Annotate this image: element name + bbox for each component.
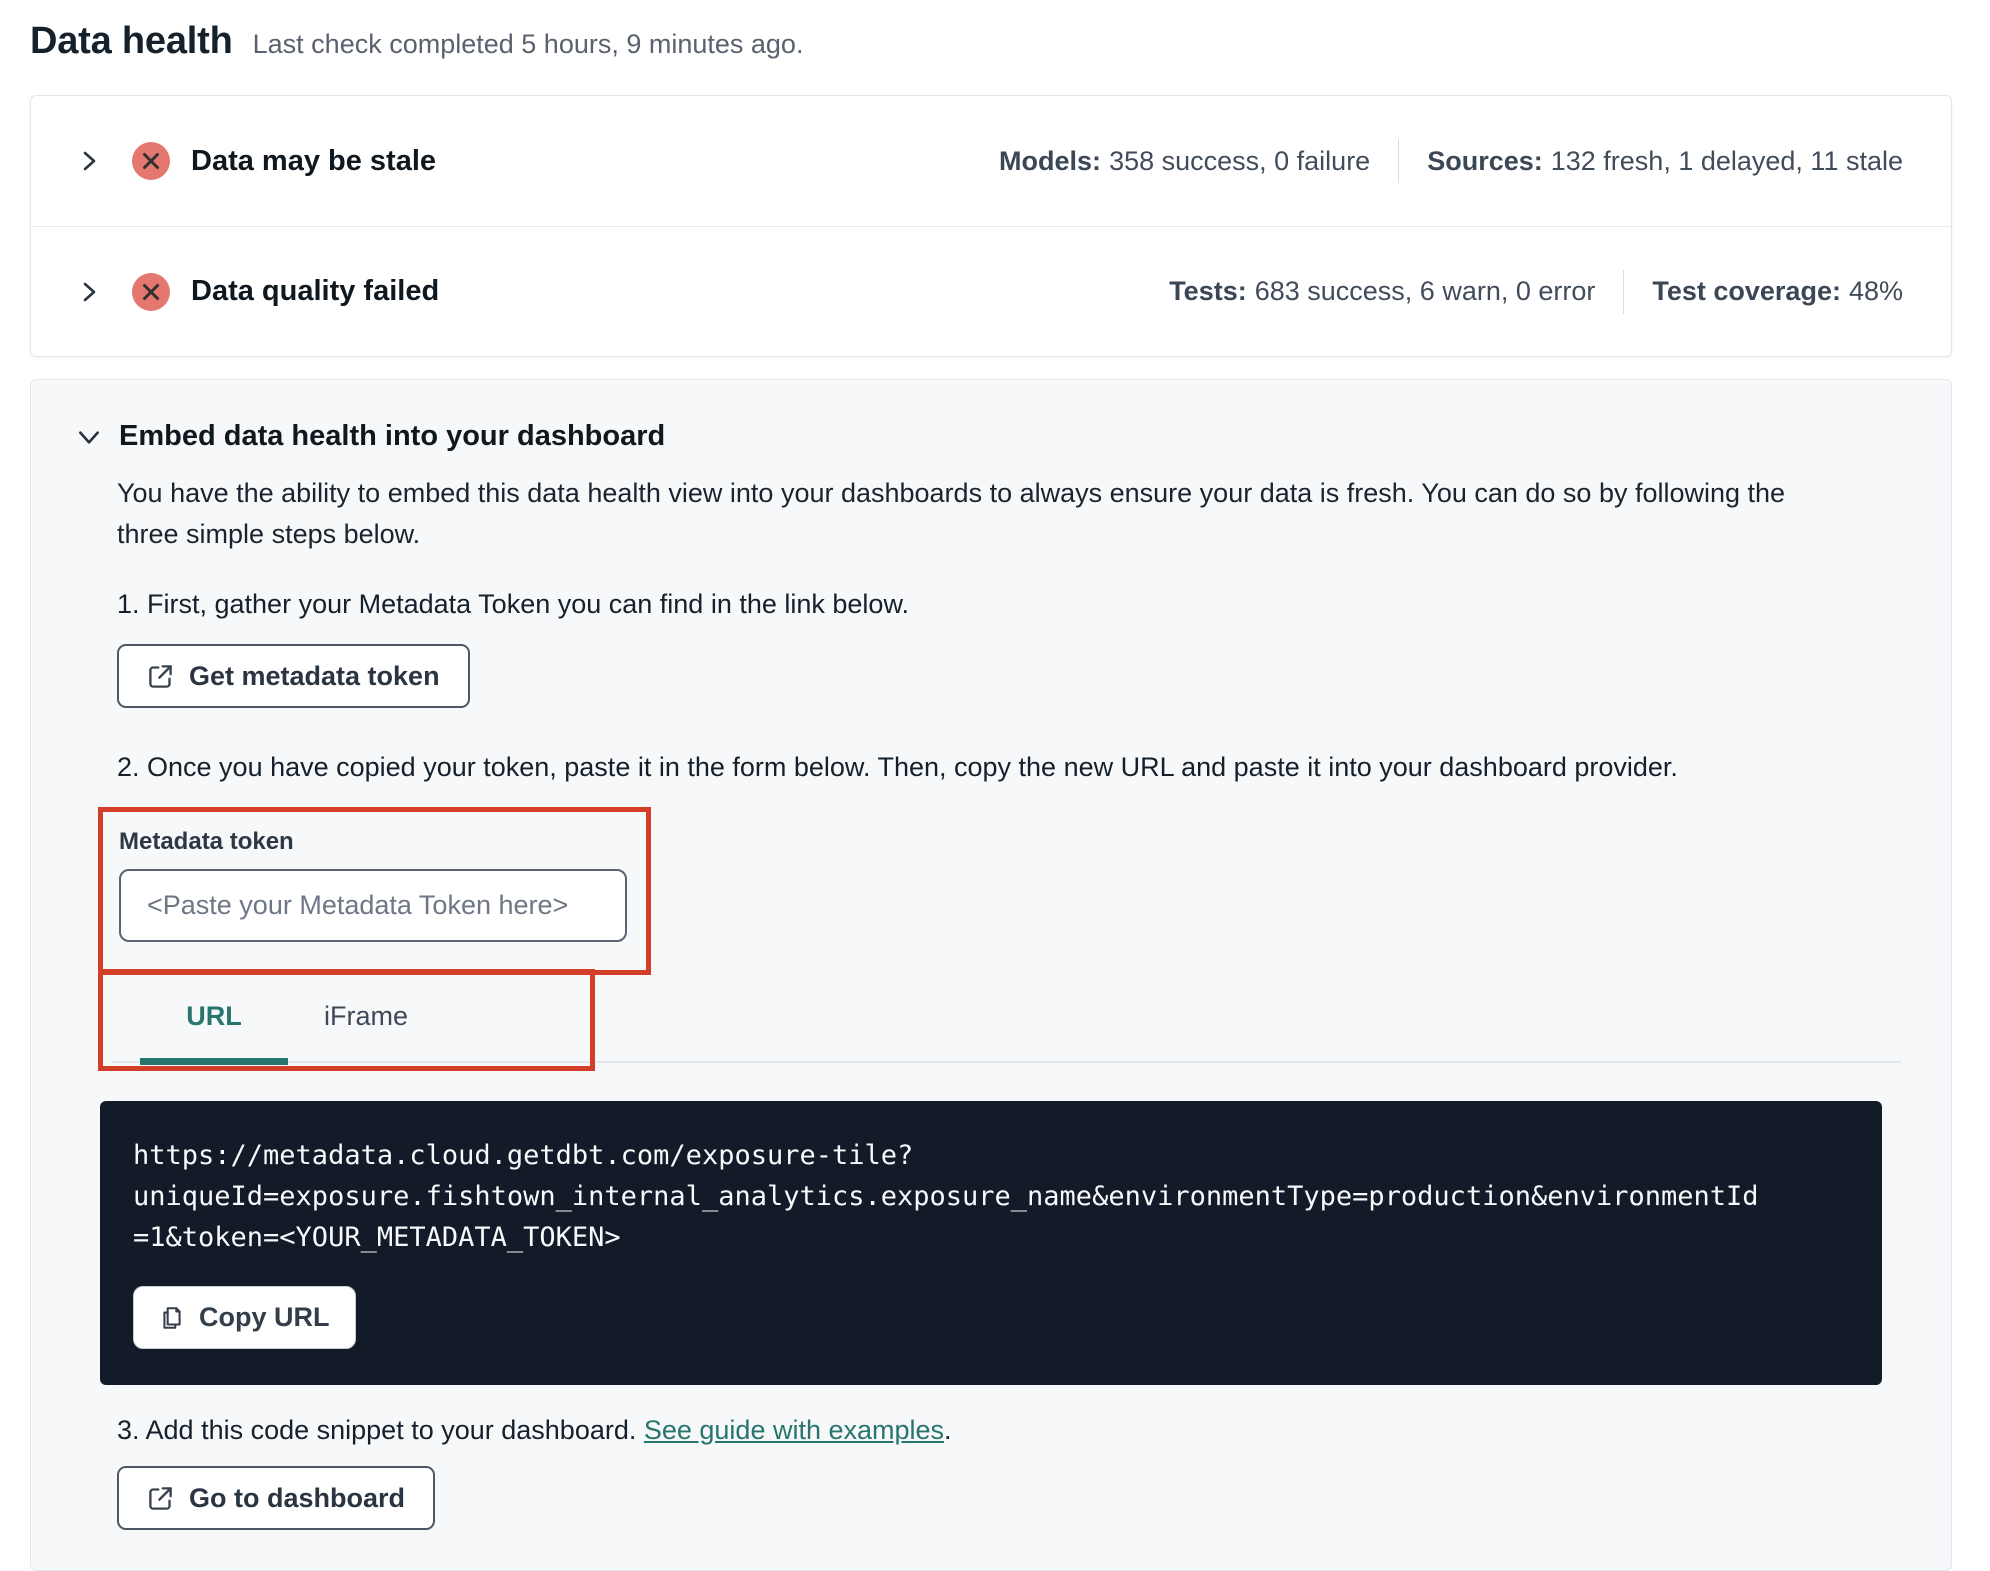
- error-status-icon: [132, 142, 170, 180]
- embed-output-tabs: URL iFrame: [98, 969, 1903, 1081]
- chevron-right-icon[interactable]: [77, 149, 101, 173]
- guide-examples-link[interactable]: See guide with examples: [644, 1415, 944, 1445]
- copy-url-button[interactable]: Copy URL: [133, 1286, 356, 1349]
- last-check-status: Last check completed 5 hours, 9 minutes …: [252, 29, 804, 59]
- models-stat-value: 358 success, 0 failure: [1109, 145, 1371, 176]
- external-link-icon: [149, 1486, 172, 1510]
- tab-iframe[interactable]: iFrame: [290, 977, 442, 1063]
- models-stat-label: Models:: [999, 145, 1102, 176]
- step2-text: 2. Once you have copied your token, past…: [117, 752, 1678, 782]
- tests-stat: Tests: 683 success, 6 warn, 0 error: [1169, 276, 1595, 307]
- metadata-token-input[interactable]: [119, 869, 627, 942]
- status-row-left: Data may be stale: [31, 141, 436, 181]
- page-header: Data health Last check completed 5 hours…: [30, 20, 1952, 63]
- step1-text: 1. First, gather your Metadata Token you…: [117, 589, 909, 619]
- chevron-right-icon[interactable]: [77, 280, 101, 304]
- step3-suffix: .: [944, 1415, 952, 1445]
- metadata-token-label: Metadata token: [119, 828, 294, 855]
- tabs-list: URL iFrame: [98, 977, 442, 1065]
- go-to-dashboard-label: Go to dashboard: [189, 1482, 405, 1513]
- embed-url-text: https://metadata.cloud.getdbt.com/exposu…: [133, 1140, 1759, 1253]
- status-row-quality[interactable]: Data quality failed Tests: 683 success, 6…: [31, 226, 1951, 356]
- status-title: Data quality failed: [191, 275, 440, 307]
- get-metadata-token-button[interactable]: Get metadata token: [117, 644, 470, 708]
- embed-section-title: Embed data health into your dashboard: [119, 420, 666, 452]
- page-title: Data health: [30, 20, 233, 62]
- external-link-icon: [149, 664, 172, 688]
- tests-stat-label: Tests:: [1169, 276, 1247, 306]
- status-row-stale[interactable]: Data may be stale Models: 358 success, 0 …: [31, 96, 1951, 226]
- data-health-page: Data health Last check completed 5 hours…: [0, 0, 1990, 1571]
- embed-panel: Embed data health into your dashboard Yo…: [30, 379, 1952, 1571]
- chevron-down-icon[interactable]: [76, 424, 102, 450]
- sources-stat-label: Sources:: [1427, 145, 1543, 176]
- copy-icon: [163, 1306, 181, 1329]
- step3-prefix: 3. Add this code snippet to your dashboa…: [117, 1415, 644, 1445]
- coverage-stat: Test coverage: 48%: [1652, 276, 1903, 307]
- stat-divider: [1623, 269, 1625, 314]
- get-metadata-token-label: Get metadata token: [189, 660, 440, 691]
- sources-stat: Sources: 132 fresh, 1 delayed, 11 stale: [1427, 146, 1903, 177]
- embed-description: You have the ability to embed this data …: [117, 478, 1786, 549]
- tests-stat-value: 683 success, 6 warn, 0 error: [1254, 276, 1596, 306]
- models-stat: Models: 358 success, 0 failure: [999, 146, 1370, 177]
- embed-url-code-block: https://metadata.cloud.getdbt.com/exposu…: [100, 1101, 1882, 1385]
- stat-divider: [1398, 139, 1400, 183]
- go-to-dashboard-button[interactable]: Go to dashboard: [117, 1466, 435, 1530]
- sources-stat-value: 132 fresh, 1 delayed, 11 stale: [1550, 145, 1903, 176]
- copy-url-label: Copy URL: [199, 1302, 330, 1332]
- token-field-annotation-rect: Metadata token: [98, 807, 651, 975]
- step3-text: 3. Add this code snippet to your dashboa…: [117, 1415, 1903, 1446]
- error-status-icon: [132, 272, 170, 311]
- status-row-stats: Tests: 683 success, 6 warn, 0 error Test …: [1169, 269, 1903, 314]
- status-row-left: Data quality failed: [31, 272, 439, 312]
- coverage-stat-label: Test coverage:: [1652, 276, 1841, 306]
- status-title: Data may be stale: [191, 144, 437, 177]
- status-panel: Data may be stale Models: 358 success, 0 …: [30, 95, 1952, 357]
- tab-url[interactable]: URL: [138, 977, 290, 1065]
- coverage-stat-value: 48%: [1848, 276, 1903, 306]
- embed-section-header[interactable]: Embed data health into your dashboard: [76, 420, 1903, 453]
- status-row-stats: Models: 358 success, 0 failure Sources: 13…: [999, 139, 1903, 183]
